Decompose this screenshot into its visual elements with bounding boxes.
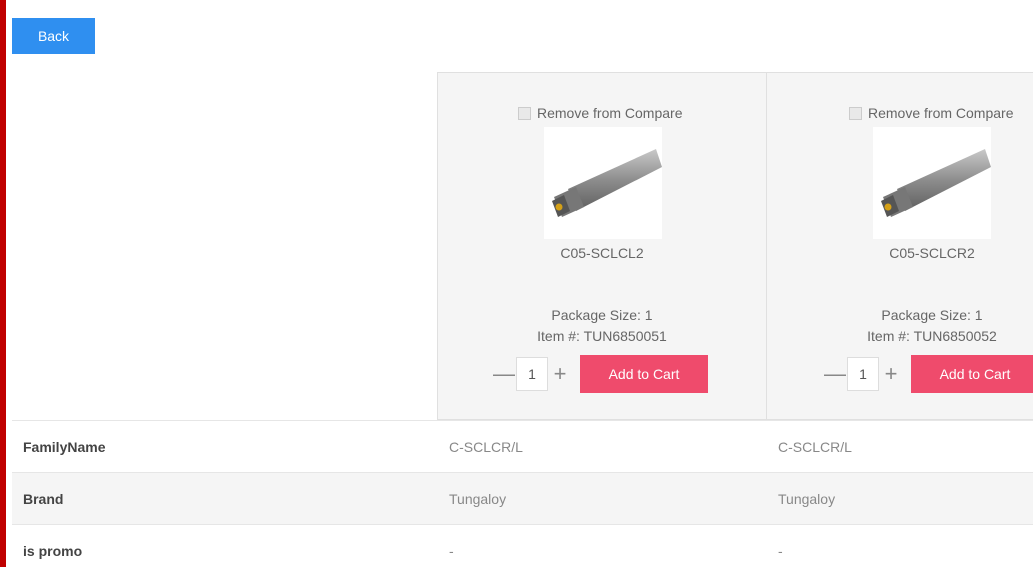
quantity-input[interactable]: 1 [516,357,548,391]
remove-label: Remove from Compare [537,105,683,121]
attribute-label: FamilyName [23,439,106,455]
attribute-value: - [449,543,454,559]
attribute-value: C-SCLCR/L [778,439,852,455]
quantity-stepper: — 1 + Add to Cart [492,355,708,393]
package-size: Package Size: 1 [551,307,653,323]
package-size: Package Size: 1 [881,307,983,323]
remove-checkbox[interactable] [849,106,862,120]
product-image[interactable] [544,127,662,239]
product-image[interactable] [873,127,991,239]
quantity-stepper: — 1 + Add to Cart [823,355,1033,393]
product-header-area: Remove from Compare C05-SCLCL2 Package S… [12,72,1033,420]
attribute-value: Tungaloy [778,491,836,507]
remove-label: Remove from Compare [868,105,1014,121]
page-left-border [0,0,6,567]
item-number: Item #: TUN6850051 [537,328,667,344]
product-card: Remove from Compare [766,72,1033,420]
plus-icon[interactable]: + [548,359,572,389]
product-sku[interactable]: C05-SCLCR2 [767,245,1033,261]
plus-icon[interactable]: + [879,359,903,389]
item-number: Item #: TUN6850052 [867,328,997,344]
attribute-value: Tungaloy [449,491,507,507]
attribute-value: C-SCLCR/L [449,439,523,455]
attribute-label: is promo [23,543,83,559]
remove-from-compare[interactable]: Remove from Compare [518,103,683,123]
attribute-row-familyname: FamilyName C-SCLCR/L C-SCLCR/L [12,420,1033,473]
minus-icon[interactable]: — [823,359,847,389]
product-card: Remove from Compare [437,72,767,420]
attribute-row-brand: Brand Tungaloy Tungaloy [12,472,1033,525]
add-to-cart-button[interactable]: Add to Cart [911,355,1033,393]
attribute-label: Brand [23,491,64,507]
attribute-value: - [778,543,783,559]
quantity-input[interactable]: 1 [847,357,879,391]
minus-icon[interactable]: — [492,359,516,389]
boring-bar-icon [881,149,991,217]
add-to-cart-button[interactable]: Add to Cart [580,355,708,393]
remove-checkbox[interactable] [518,106,531,120]
attribute-row-is-promo: is promo - - [12,524,1033,577]
boring-bar-icon [552,149,662,217]
compare-table: Remove from Compare C05-SCLCL2 Package S… [12,72,1033,559]
product-sku[interactable]: C05-SCLCL2 [438,245,766,261]
remove-from-compare[interactable]: Remove from Compare [849,103,1014,123]
back-button[interactable]: Back [12,18,95,54]
